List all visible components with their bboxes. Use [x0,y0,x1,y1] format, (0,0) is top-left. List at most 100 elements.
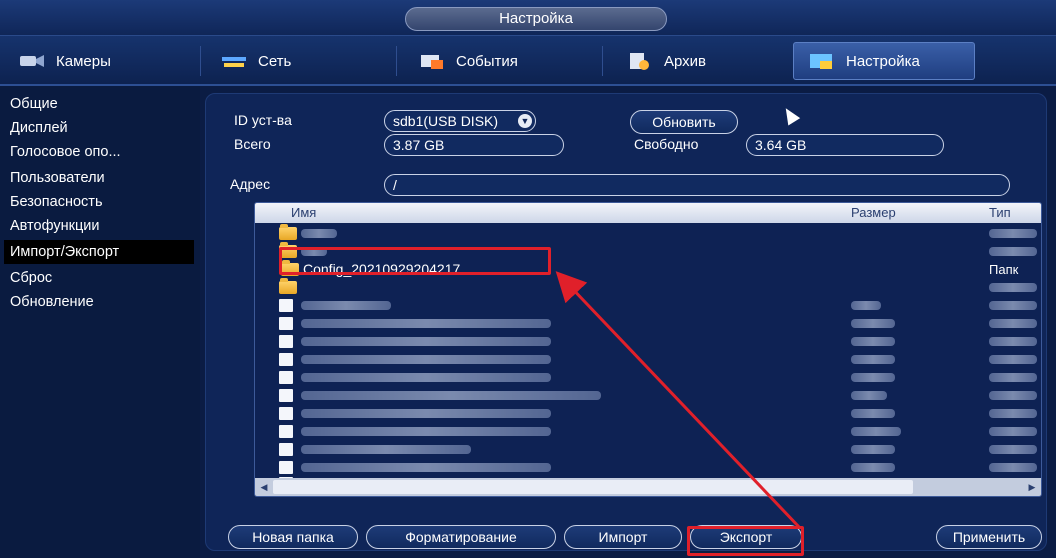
sidebar-item-autofunctions[interactable]: Автофункции [4,214,194,238]
import-button[interactable]: Импорт [564,525,682,549]
tab-network[interactable]: Сеть [206,42,386,80]
sidebar: Общие Дисплей Голосовое опо... Пользоват… [0,86,200,558]
tab-label: Сеть [258,52,292,70]
highlight-export-button [687,526,804,556]
list-item[interactable] [255,387,1041,405]
blurred-name [301,409,551,418]
folder-icon [279,224,297,240]
device-id-label: ID уст-ва [234,112,292,128]
file-icon [279,335,293,348]
settings-icon [808,51,836,71]
blurred-type [989,391,1037,400]
list-item[interactable] [255,333,1041,351]
chevron-down-icon: ▼ [518,114,532,128]
blurred-name [301,427,551,436]
sidebar-item-reset[interactable]: Сброс [4,266,194,290]
format-button[interactable]: Форматирование [366,525,556,549]
list-item[interactable] [255,369,1041,387]
file-icon [279,317,293,330]
sidebar-item-update[interactable]: Обновление [4,290,194,314]
blurred-type [989,463,1037,472]
title-bar: Настройка [0,0,1056,36]
horizontal-scrollbar[interactable]: ◀ ▶ [255,478,1041,496]
blurred-name [301,301,391,310]
sidebar-item-users[interactable]: Пользователи [4,166,194,190]
device-id-select[interactable]: sdb1(USB DISK) ▼ [384,110,536,132]
blurred-name [301,463,551,472]
sidebar-item-voice[interactable]: Голосовое опо... [4,140,194,164]
file-icon [279,461,293,474]
folder-type: Папк [989,262,1019,277]
import-export-panel: ID уст-ва sdb1(USB DISK) ▼ Обновить Всег… [205,93,1047,551]
list-item[interactable] [255,351,1041,369]
blurred-name [301,229,337,238]
tab-divider [602,46,603,76]
new-folder-button[interactable]: Новая папка [228,525,358,549]
file-icon [279,299,293,312]
blurred-type [989,301,1037,310]
blurred-type [989,229,1037,238]
tab-archive[interactable]: Архив [612,42,782,80]
list-item[interactable] [255,315,1041,333]
tab-settings[interactable]: Настройка [793,42,975,80]
column-name[interactable]: Имя [291,205,316,220]
scrollbar-thumb[interactable] [273,480,913,494]
blurred-type [989,409,1037,418]
column-size[interactable]: Размер [851,205,896,220]
list-item[interactable] [255,405,1041,423]
blurred-type [989,445,1037,454]
file-icon [279,353,293,366]
tab-label: Архив [664,52,707,70]
main-tabs: Камеры Сеть События Архив Настройка [0,36,1056,86]
sidebar-item-import-export[interactable]: Импорт/Экспорт [4,240,194,264]
column-type[interactable]: Тип [989,205,1011,220]
tab-cameras[interactable]: Камеры [4,42,194,80]
list-item[interactable] [255,423,1041,441]
folder-icon [279,278,297,294]
tab-label: Камеры [56,52,111,70]
sidebar-item-security[interactable]: Безопасность [4,190,194,214]
free-label: Свободно [634,136,699,152]
refresh-button[interactable]: Обновить [630,110,738,134]
device-id-value: sdb1(USB DISK) [393,113,499,129]
blurred-type [989,337,1037,346]
apply-button[interactable]: Применить [936,525,1042,549]
blurred-size [851,319,895,328]
blurred-size [851,427,901,436]
events-icon [418,51,446,71]
list-item[interactable] [255,441,1041,459]
blurred-size [851,301,881,310]
list-item[interactable] [255,278,1041,297]
scroll-right-icon[interactable]: ▶ [1025,481,1039,493]
tab-divider [200,46,201,76]
blurred-type [989,355,1037,364]
blurred-type [989,319,1037,328]
tab-label: Настройка [846,52,920,70]
blurred-name [301,337,551,346]
file-icon [279,407,293,420]
blurred-name [301,445,471,454]
blurred-type [989,247,1037,256]
blurred-type [989,283,1037,292]
file-list-header: Имя Размер Тип [255,203,1041,223]
blurred-size [851,337,895,346]
blurred-name [301,319,551,328]
list-item[interactable] [255,224,1041,243]
blurred-size [851,373,895,382]
sidebar-item-general[interactable]: Общие [4,92,194,116]
file-icon [279,425,293,438]
window-title: Настройка [405,7,667,31]
tab-events[interactable]: События [404,42,594,80]
highlight-config-folder [279,247,551,275]
camera-icon [18,51,46,71]
list-item[interactable] [255,297,1041,315]
scroll-left-icon[interactable]: ◀ [257,481,271,493]
address-field[interactable]: / [384,174,1010,196]
blurred-name [301,355,551,364]
sidebar-item-display[interactable]: Дисплей [4,116,194,140]
address-label: Адрес [230,176,271,192]
blurred-name [301,373,551,382]
file-icon [279,371,293,384]
blurred-name [301,391,601,400]
blurred-size [851,445,895,454]
